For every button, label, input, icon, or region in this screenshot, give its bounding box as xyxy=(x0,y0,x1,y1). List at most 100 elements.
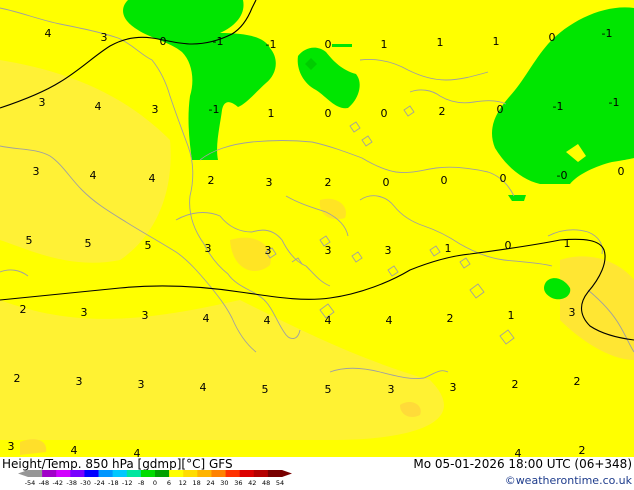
legend-tick-label: -48 xyxy=(39,479,50,487)
temperature-label: 2 xyxy=(325,176,332,189)
temperature-label: 3 xyxy=(450,381,457,394)
legend-swatch xyxy=(267,470,283,477)
legend-tick-label: 12 xyxy=(179,479,187,487)
legend-swatch xyxy=(197,470,212,477)
legend-tick-label: 48 xyxy=(262,479,270,487)
temperature-label: 5 xyxy=(26,234,33,247)
temperature-label: 2 xyxy=(20,303,27,316)
legend-swatch xyxy=(126,470,142,477)
map-datetime: Mo 05-01-2026 18:00 UTC (06+348) xyxy=(413,457,632,471)
temperature-label: 0 xyxy=(441,174,448,187)
temperature-label: 0 xyxy=(160,35,167,48)
temperature-label: 5 xyxy=(145,239,152,252)
legend-swatch xyxy=(169,470,184,477)
temperature-label: 5 xyxy=(85,237,92,250)
temperature-label: 3 xyxy=(385,244,392,257)
legend-tick-label: -8 xyxy=(138,479,144,487)
map-footer: Height/Temp. 850 hPa [gdmp][°C] GFS Mo 0… xyxy=(0,457,634,490)
legend-tick-label: -54 xyxy=(25,479,36,487)
temperature-label: 1 xyxy=(381,38,388,51)
temperature-label: -0 xyxy=(557,169,568,182)
temperature-label: 1 xyxy=(437,36,444,49)
temperature-label: 3 xyxy=(8,440,15,453)
legend-swatch xyxy=(98,470,113,477)
legend-tick-label: 24 xyxy=(206,479,214,487)
legend-tick-label: 30 xyxy=(220,479,228,487)
temperature-label: 0 xyxy=(505,239,512,252)
temperature-map: 4 3 0 -1 -1 0 1 1 1 0 -1 3 4 3 -1 1 0 0 2 0 -1 -1 3 4 4 2 3 2 0 0 0 -0 0… xyxy=(0,0,634,457)
temperature-label: 3 xyxy=(266,176,273,189)
temperature-label: 5 xyxy=(325,383,332,396)
temperature-label: 3 xyxy=(388,383,395,396)
temperature-label: 4 xyxy=(71,444,78,457)
temperature-label: 0 xyxy=(497,103,504,116)
temperature-label: 3 xyxy=(76,375,83,388)
credit-link[interactable]: ©weatherontime.co.uk xyxy=(505,474,632,487)
temperature-label: 0 xyxy=(383,176,390,189)
legend-tick-label: 36 xyxy=(234,479,242,487)
temperature-label: 3 xyxy=(205,242,212,255)
temperature-label: 2 xyxy=(14,372,21,385)
legend-tick-label: 18 xyxy=(193,479,201,487)
legend-swatch xyxy=(140,470,156,477)
legend-arrow-left xyxy=(18,470,28,477)
legend-swatch xyxy=(70,470,85,477)
temperature-label: 3 xyxy=(101,31,108,44)
temperature-label: 3 xyxy=(152,103,159,116)
legend-swatch xyxy=(239,470,255,477)
temperature-label: -1 xyxy=(209,103,220,116)
temperature-label: 4 xyxy=(90,169,97,182)
temperature-label: 3 xyxy=(138,378,145,391)
legend-tick-label: -18 xyxy=(108,479,119,487)
legend-swatch xyxy=(183,470,198,477)
temperature-label: 4 xyxy=(203,312,210,325)
legend-swatch xyxy=(84,470,99,477)
temperature-label: 2 xyxy=(208,174,215,187)
legend-arrow-right xyxy=(282,470,292,477)
temperature-label: 3 xyxy=(325,244,332,257)
temperature-label: 4 xyxy=(386,314,393,327)
legend-swatch xyxy=(28,470,43,477)
temperature-label: 1 xyxy=(564,237,571,250)
temperature-label: 0 xyxy=(325,107,332,120)
temperature-label: 2 xyxy=(439,105,446,118)
temperature-label: 4 xyxy=(134,447,141,457)
legend-swatch xyxy=(211,470,226,477)
legend-swatch xyxy=(225,470,240,477)
temperature-label: -1 xyxy=(602,27,613,40)
legend-swatch xyxy=(155,470,170,477)
temperature-label: -1 xyxy=(609,96,620,109)
temperature-label: 0 xyxy=(381,107,388,120)
temperature-label: -1 xyxy=(553,100,564,113)
color-legend: -54 -48 -42 -38 -30 -24 -18 -12 -8 0 6 12 18 24 30 36 42… xyxy=(18,470,292,487)
legend-swatch xyxy=(253,470,269,477)
temperature-label: 5 xyxy=(262,383,269,396)
temperature-label: 4 xyxy=(149,172,156,185)
legend-tick-label: -30 xyxy=(80,479,91,487)
legend-tick-label: 0 xyxy=(153,479,157,487)
temperature-label: 1 xyxy=(493,35,500,48)
temperature-label: 1 xyxy=(445,242,452,255)
legend-tick-label: 42 xyxy=(248,479,256,487)
temperature-label: 4 xyxy=(45,27,52,40)
temperature-label: 3 xyxy=(569,306,576,319)
legend-tick-label: -12 xyxy=(122,479,133,487)
temperature-label: 3 xyxy=(265,244,272,257)
temperature-label: 0 xyxy=(549,31,556,44)
temperature-label: 2 xyxy=(447,312,454,325)
temperature-label: 4 xyxy=(264,314,271,327)
temperature-label: 1 xyxy=(268,107,275,120)
legend-swatch xyxy=(56,470,71,477)
legend-swatch xyxy=(112,470,128,477)
temperature-label: 4 xyxy=(515,447,522,457)
cold-zone xyxy=(332,44,352,47)
legend-tick-label: -42 xyxy=(52,479,63,487)
temperature-label: 2 xyxy=(512,378,519,391)
temperature-label: 3 xyxy=(33,165,40,178)
temperature-label: -1 xyxy=(266,38,277,51)
temperature-label: 2 xyxy=(579,444,586,457)
temperature-label: 0 xyxy=(325,38,332,51)
legend-tick-label: 54 xyxy=(276,479,284,487)
legend-tick-label: 6 xyxy=(167,479,171,487)
legend-tick-label: -38 xyxy=(66,479,77,487)
